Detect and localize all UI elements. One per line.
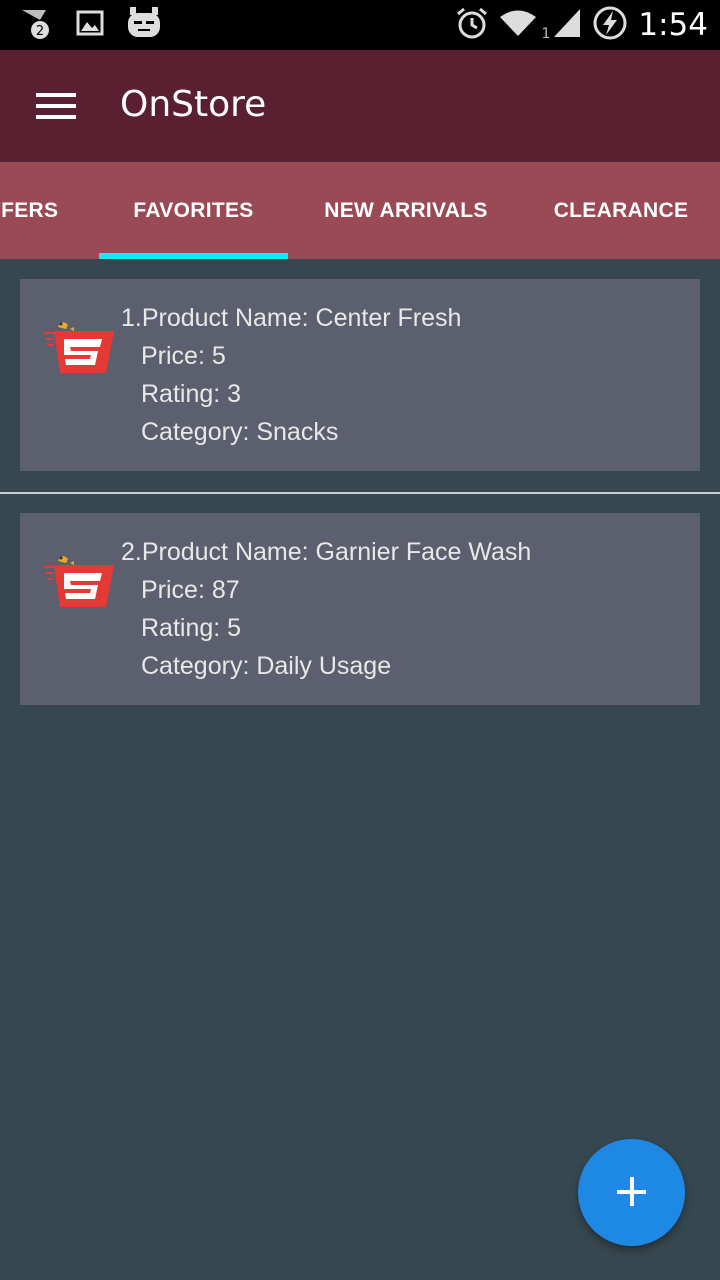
- signal-icon: [552, 7, 582, 43]
- store-cart-icon: [44, 317, 116, 377]
- add-button[interactable]: [578, 1139, 685, 1246]
- alarm-icon: [455, 6, 489, 44]
- tab-offers[interactable]: FFERS: [0, 162, 78, 259]
- wifi-icon: [499, 8, 537, 42]
- product-card[interactable]: 2.Product Name: Garnier Face Wash Price:…: [20, 513, 700, 705]
- tab-favorites[interactable]: FAVORITES: [99, 162, 288, 259]
- list-divider: [0, 492, 720, 494]
- sim-label: 1: [541, 26, 551, 42]
- product-rating: Rating: 3: [141, 380, 242, 408]
- menu-icon: [36, 93, 76, 97]
- app-bar: OnStore: [0, 50, 720, 162]
- battery-charging-icon: [592, 5, 628, 45]
- notification-icon: 2: [20, 6, 54, 44]
- product-price: Price: 5: [141, 342, 226, 370]
- store-cart-icon: [44, 551, 116, 611]
- image-icon: [76, 9, 104, 41]
- product-name: 2.Product Name: Garnier Face Wash: [121, 538, 532, 566]
- tab-new-arrivals[interactable]: NEW ARRIVALS: [296, 162, 516, 259]
- cyanogen-icon: [126, 7, 162, 43]
- product-rating: Rating: 5: [141, 614, 242, 642]
- tab-indicator: [99, 253, 288, 259]
- tab-clearance[interactable]: CLEARANCE: [530, 162, 712, 259]
- product-name: 1.Product Name: Center Fresh: [121, 304, 462, 332]
- menu-button[interactable]: [22, 80, 90, 132]
- clock: 1:54: [638, 7, 708, 43]
- app-title: OnStore: [120, 84, 267, 125]
- product-category: Category: Daily Usage: [141, 652, 392, 680]
- status-bar: 2 1 1:54: [0, 0, 720, 50]
- product-price: Price: 87: [141, 576, 240, 604]
- product-category: Category: Snacks: [141, 418, 339, 446]
- product-card[interactable]: 1.Product Name: Center Fresh Price: 5 Ra…: [20, 279, 700, 471]
- notification-count: 2: [36, 24, 44, 39]
- tab-bar: FFERS FAVORITES NEW ARRIVALS CLEARANCE: [0, 162, 720, 259]
